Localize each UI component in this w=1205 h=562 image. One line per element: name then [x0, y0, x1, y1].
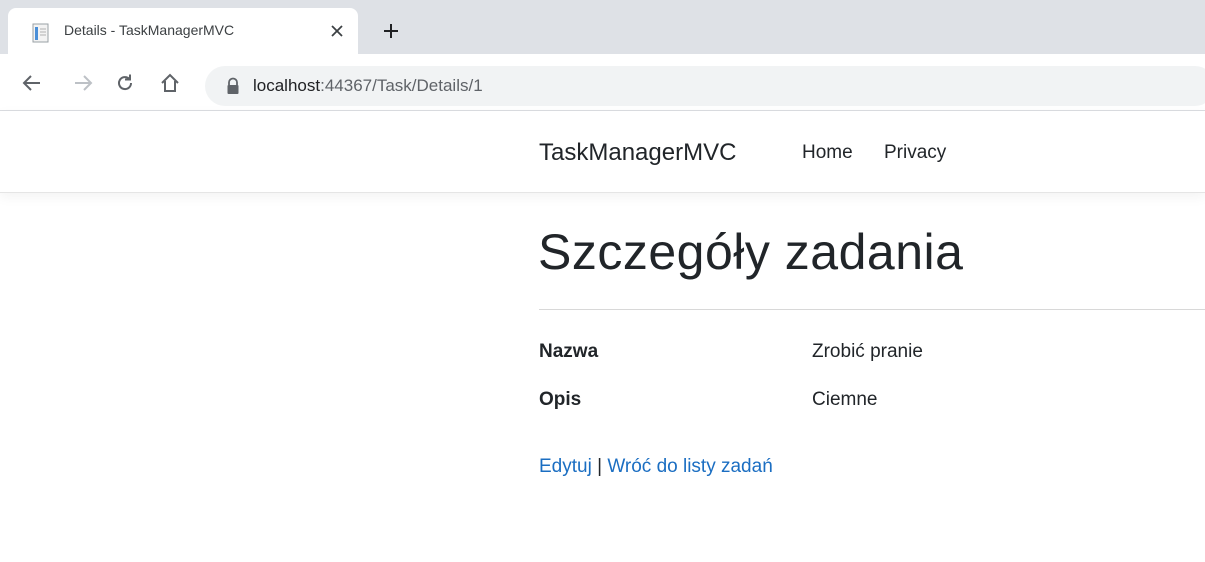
divider [539, 309, 1205, 310]
plus-icon[interactable] [378, 18, 404, 44]
field-label-description: Opis [539, 389, 582, 410]
back-to-list-link[interactable]: Wróć do listy zadań [607, 456, 772, 477]
field-label-name: Nazwa [539, 341, 599, 362]
home-icon[interactable] [155, 68, 185, 98]
edit-link[interactable]: Edytuj [539, 456, 592, 477]
close-icon[interactable] [326, 20, 348, 42]
url-host: localhost [253, 76, 321, 95]
url-text: localhost:44367/Task/Details/1 [253, 76, 483, 96]
forward-arrow-icon[interactable] [68, 68, 98, 98]
field-value-name: Zrobić pranie [812, 341, 923, 362]
link-separator: | [597, 456, 603, 477]
action-links: Edytuj | Wróć do listy zadań [539, 456, 773, 478]
address-bar[interactable]: localhost:44367/Task/Details/1 [205, 66, 1205, 106]
browser-toolbar: localhost:44367/Task/Details/1 [0, 54, 1205, 111]
navbar-brand[interactable]: TaskManagerMVC [539, 139, 736, 167]
tab-title: Details - TaskManagerMVC [64, 22, 235, 38]
site-navbar: TaskManagerMVC Home Privacy [0, 111, 1205, 193]
url-path: :44367/Task/Details/1 [320, 76, 483, 95]
tab-strip: Details - TaskManagerMVC [0, 0, 1205, 54]
browser-tab[interactable]: Details - TaskManagerMVC [8, 8, 358, 54]
document-icon [32, 23, 49, 43]
reload-icon[interactable] [110, 68, 140, 98]
field-value-description: Ciemne [812, 389, 878, 410]
nav-link-privacy[interactable]: Privacy [884, 142, 946, 164]
page-title: Szczegóły zadania [538, 224, 964, 280]
back-arrow-icon[interactable] [17, 68, 47, 98]
lock-icon[interactable] [225, 77, 241, 95]
nav-link-home[interactable]: Home [802, 142, 853, 164]
